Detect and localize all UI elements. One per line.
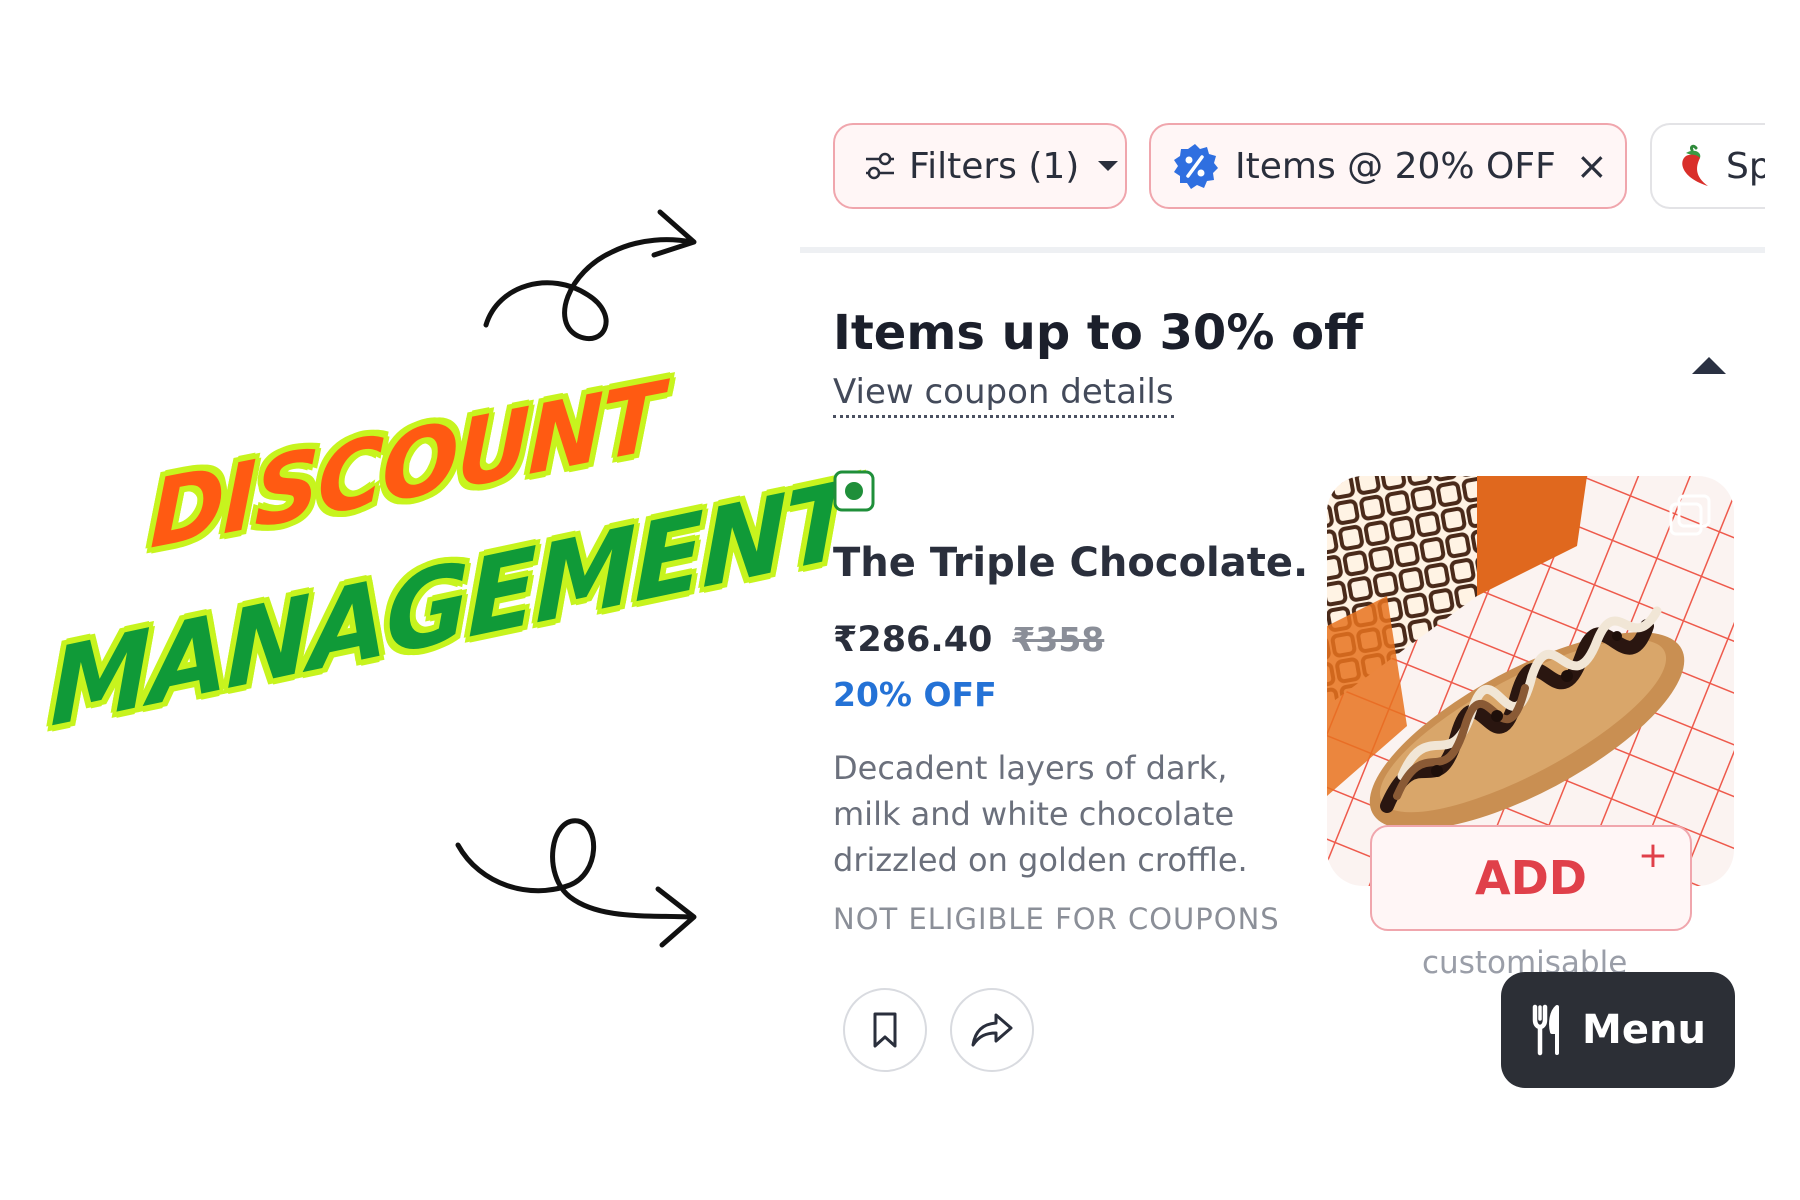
menu-button[interactable]: Menu [1501,972,1735,1088]
caret-down-icon [1098,161,1119,171]
offer-filter-label: Items @ 20% OFF [1235,145,1556,187]
promo-title-line1: DISCOUNT [149,361,663,571]
item-description: Decadent layers of dark, milk and white … [833,749,1248,879]
item-original-price: ₹358 [1012,620,1105,659]
filters-chip-label: Filters (1) [909,145,1080,187]
promo-artwork: DISCOUNT MANAGEMENT [0,0,853,1200]
add-to-cart-button[interactable]: ADD + [1370,825,1692,931]
cutlery-icon [1532,1004,1560,1056]
filters-chip[interactable]: Filters (1) [833,123,1127,209]
veg-indicator-icon [833,470,875,512]
bookmark-button[interactable] [843,988,927,1072]
section-title: Items up to 30% off [833,305,1363,361]
item-price: ₹286.40 [833,620,993,660]
curly-arrow-top-icon [483,209,697,341]
plus-icon: + [1637,835,1668,876]
caret-up-icon[interactable] [1690,354,1728,376]
coupon-eligibility-note: NOT ELIGIBLE FOR COUPONS [833,902,1280,936]
promo-title-line2: MANAGEMENT [50,456,853,752]
price-row: ₹286.40 ₹358 [833,620,1104,660]
share-button[interactable] [950,988,1034,1072]
item-name: The Triple Chocolate. [833,540,1309,586]
chip-overflow-mask [1765,110,1800,220]
offer-filter-chip[interactable]: Items @ 20% OFF × [1149,123,1627,209]
menu-button-label: Menu [1582,1007,1706,1053]
section-divider [800,247,1765,253]
share-icon [971,1013,1013,1047]
bookmark-icon [873,1012,897,1048]
add-button-label: ADD [1475,851,1587,905]
curly-arrow-bottom-icon [455,818,697,948]
discount-badge-icon [1174,144,1218,189]
chili-pepper-icon [1682,144,1708,186]
close-icon[interactable]: × [1576,144,1608,188]
item-discount: 20% OFF [833,675,997,714]
sliders-icon [866,152,894,180]
view-coupon-details-link[interactable]: View coupon details [833,372,1174,418]
